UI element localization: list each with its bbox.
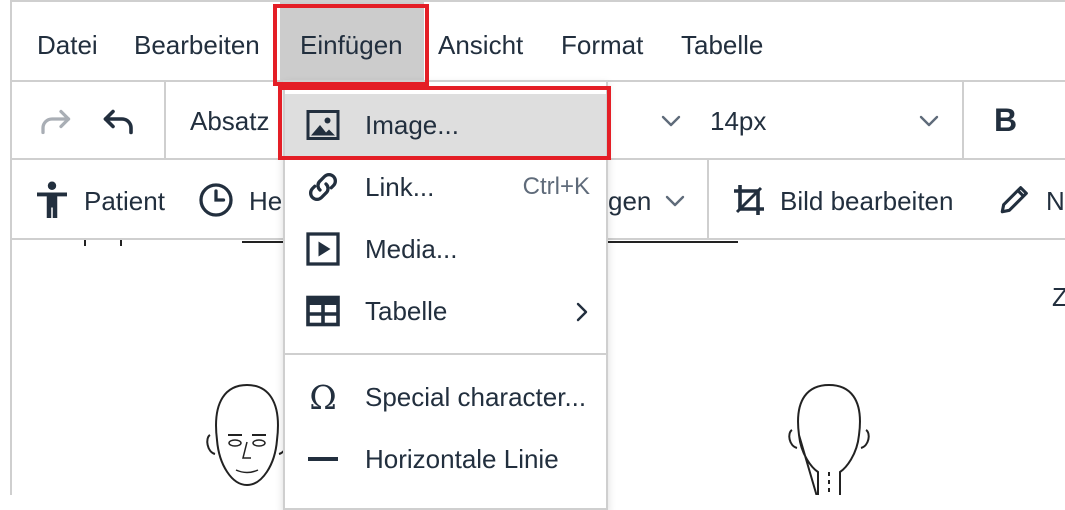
menu-item-media[interactable]: Media... [285,218,606,280]
media-icon [306,232,340,266]
document-mark [84,240,86,246]
menu-item-label: Special character... [365,382,587,412]
edit-image-button[interactable]: Bild bearbeiten [780,186,953,217]
menu-einfuegen[interactable]: Einfügen [280,2,424,80]
menu-separator [285,353,606,355]
menu-item-link[interactable]: Link... Ctrl+K [285,156,606,218]
menu-item-label: Horizontale Linie [365,444,559,474]
table-icon [306,295,340,327]
redo-icon[interactable] [37,104,73,140]
toolbar-separator [164,82,166,158]
svg-text:Ω: Ω [309,379,336,415]
menu-item-label: Media... [365,234,458,264]
toolbar-separator [962,82,964,158]
hidden-button-partial[interactable]: gen [608,186,651,217]
patient-button[interactable]: Patient [84,186,165,217]
next-button-partial[interactable]: N [1046,186,1065,217]
chevron-down-icon[interactable] [664,192,686,210]
insert-menu-dropdown: Image... Link... Ctrl+K Media... Tabelle… [283,80,608,510]
menu-item-special-character[interactable]: Ω Special character... [285,366,606,428]
head-back-illustration [788,383,870,495]
toolbar-separator [707,160,709,238]
chevron-down-icon[interactable] [660,112,682,130]
bold-button[interactable]: B [994,102,1017,139]
clock-icon [199,183,233,217]
font-size-select[interactable]: 14px [710,106,766,137]
menu-bearbeiten[interactable]: Bearbeiten [134,2,260,80]
menu-tabelle[interactable]: Tabelle [681,2,763,80]
history-button-partial[interactable]: He [249,186,282,217]
document-text-partial: Z [1052,282,1065,312]
menu-format[interactable]: Format [561,2,643,80]
chevron-right-icon [576,302,588,322]
menu-item-label: Link... [365,172,435,202]
crop-icon [734,185,764,215]
chevron-down-icon[interactable] [918,112,940,130]
menu-item-shortcut: Ctrl+K [522,173,590,200]
horizontal-line-icon [308,457,338,461]
menu-datei[interactable]: Datei [37,2,98,80]
menu-item-table[interactable]: Tabelle [285,280,606,342]
menu-item-horizontal-line[interactable]: Horizontale Linie [285,428,606,490]
link-icon [309,173,337,201]
image-icon [306,110,340,140]
menu-item-label: Image... [365,110,459,140]
block-format-select[interactable]: Absatz [190,106,270,137]
document-mark [120,240,122,246]
pencil-icon [1000,186,1028,214]
menu-item-image[interactable]: Image... [285,94,606,156]
undo-icon[interactable] [101,104,137,140]
person-icon [37,181,67,218]
menu-ansicht[interactable]: Ansicht [438,2,523,80]
menu-item-label: Tabelle [365,296,448,326]
omega-icon: Ω [309,379,336,415]
head-front-illustration [206,383,288,487]
menubar: Datei Bearbeiten Einfügen Ansicht Format… [12,2,1065,82]
